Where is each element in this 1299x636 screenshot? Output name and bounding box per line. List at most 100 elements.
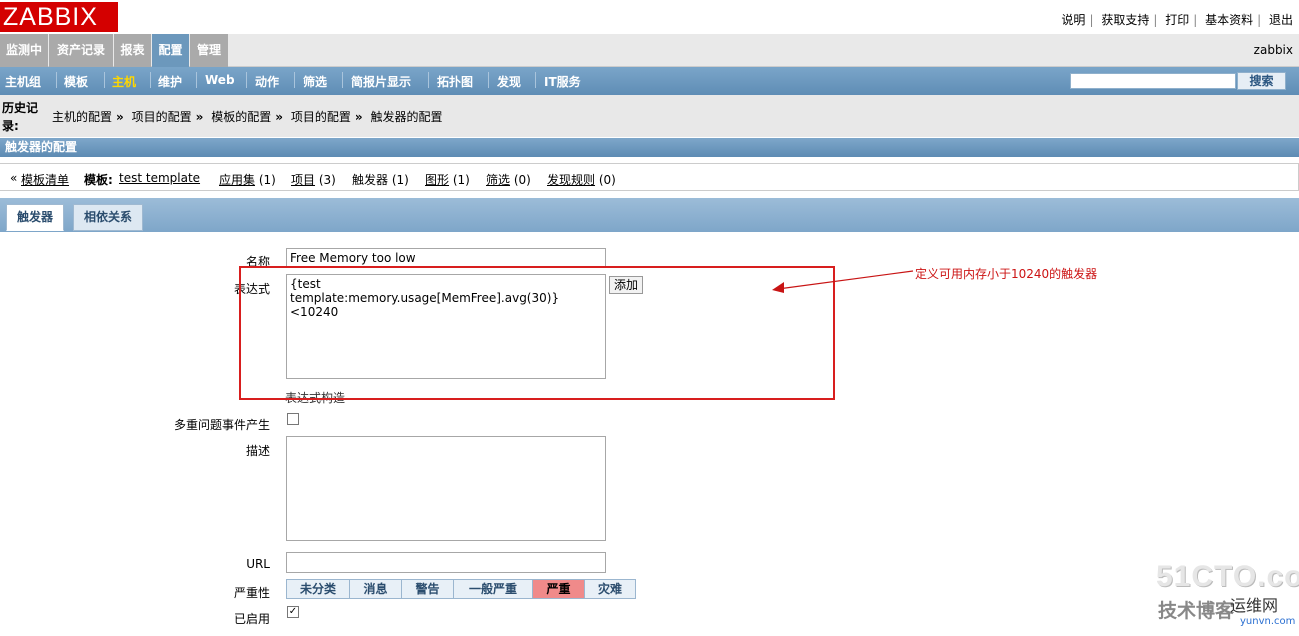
check-icon: ✓: [288, 606, 298, 617]
items-text[interactable]: 项目: [291, 173, 315, 187]
submenu-maintenance[interactable]: 维护: [158, 73, 182, 90]
url-label: URL: [246, 557, 270, 571]
menu-configuration[interactable]: 配置: [152, 34, 189, 67]
separator: [428, 72, 429, 88]
submenu-filters[interactable]: 筛选: [303, 73, 327, 90]
breadcrumb-item[interactable]: 触发器的配置: [370, 110, 442, 124]
breadcrumb-arrow: »: [116, 110, 124, 124]
severity-warning[interactable]: 警告: [401, 579, 454, 599]
enabled-checkbox[interactable]: ✓: [287, 606, 299, 618]
menu-administration[interactable]: 管理: [190, 34, 228, 67]
top-header: ZABBIX 说明 | 获取支持 | 打印 | 基本资料 | 退出: [0, 0, 1299, 34]
triggers-current: 触发器 (1): [352, 171, 409, 188]
discovery-link[interactable]: 发现规则 (0): [547, 171, 616, 188]
top-links: 说明 | 获取支持 | 打印 | 基本资料 | 退出: [1061, 11, 1293, 28]
submenu-web[interactable]: Web: [205, 73, 235, 87]
filters-count: (0): [513, 173, 531, 187]
template-name-text[interactable]: test template: [119, 171, 200, 185]
breadcrumb-arrow: »: [195, 110, 204, 124]
applications-link[interactable]: 应用集 (1): [219, 171, 276, 188]
form-tabs-bar: 触发器 相依关系: [0, 198, 1299, 232]
submenu-hostgroups[interactable]: 主机组: [5, 73, 41, 90]
separator: [196, 72, 197, 88]
submenu-hosts[interactable]: 主机: [112, 73, 136, 90]
history-label: 历史记录:: [2, 101, 39, 133]
separator: [56, 72, 57, 88]
search-input[interactable]: [1070, 73, 1236, 89]
severity-average[interactable]: 一般严重: [453, 579, 533, 599]
template-name-link[interactable]: test template: [119, 171, 200, 185]
description-textarea[interactable]: [286, 436, 606, 541]
breadcrumb-item[interactable]: 模板的配置: [211, 110, 271, 124]
breadcrumb: 主机的配置» 项目的配置» 模板的配置» 项目的配置» 触发器的配置: [52, 108, 442, 125]
submenu-actions[interactable]: 动作: [255, 73, 279, 90]
zabbix-logo[interactable]: ZABBIX: [0, 2, 118, 32]
separator: [294, 72, 295, 88]
graphs-count: (1): [452, 173, 470, 187]
applications-count: (1): [258, 173, 276, 187]
menu-reports[interactable]: 报表: [114, 34, 151, 67]
separator: [488, 72, 489, 88]
graphs-text[interactable]: 图形: [425, 173, 449, 187]
annotation-highlight-box: [239, 266, 835, 400]
separator: [150, 72, 151, 88]
section-title: 触发器的配置: [0, 138, 1299, 157]
breadcrumb-item[interactable]: 项目的配置: [132, 110, 192, 124]
main-menu: 监测中 资产记录 报表 配置 管理 zabbix: [0, 34, 1299, 67]
severity-high[interactable]: 严重: [532, 579, 585, 599]
template-list-link[interactable]: 模板清单: [21, 171, 69, 188]
multiple-events-checkbox[interactable]: [287, 413, 299, 425]
description-label: 描述: [245, 444, 270, 458]
submenu-screens[interactable]: 简报片显示: [351, 73, 411, 90]
watermark: 51CTO.com 技术博客 运维网 yunvn.com: [1156, 560, 1299, 632]
watermark-yunwei: 运维网: [1230, 596, 1279, 615]
template-list-text[interactable]: 模板清单: [21, 173, 69, 187]
search-button[interactable]: 搜索: [1237, 72, 1286, 90]
current-user: zabbix: [1253, 43, 1293, 57]
items-link[interactable]: 项目 (3): [291, 171, 336, 188]
applications-text[interactable]: 应用集: [219, 173, 255, 187]
severity-label: 严重性: [233, 586, 270, 600]
submenu-itservices[interactable]: IT服务: [544, 73, 581, 90]
separator: |: [1089, 13, 1094, 27]
watermark-site: yunvn.com: [1240, 616, 1296, 627]
discovery-count: (0): [598, 173, 616, 187]
separator: |: [1257, 13, 1262, 27]
triggers-count: (1): [391, 173, 409, 187]
filters-text[interactable]: 筛选: [486, 173, 510, 187]
submenu-templates[interactable]: 模板: [64, 73, 88, 90]
help-link[interactable]: 说明: [1061, 13, 1085, 27]
breadcrumb-item[interactable]: 项目的配置: [291, 110, 351, 124]
breadcrumb-arrow: »: [354, 110, 363, 124]
separator: [535, 72, 536, 88]
filters-link[interactable]: 筛选 (0): [486, 171, 531, 188]
multiple-events-label: 多重问题事件产生: [173, 418, 270, 432]
print-link[interactable]: 打印: [1165, 13, 1189, 27]
tab-trigger[interactable]: 触发器: [6, 204, 65, 231]
discovery-text[interactable]: 发现规则: [547, 173, 595, 187]
history-bar: 历史记录: 主机的配置» 项目的配置» 模板的配置» 项目的配置» 触发器的配置: [0, 95, 1299, 137]
separator: |: [1153, 13, 1158, 27]
severity-not-classified[interactable]: 未分类: [286, 579, 350, 599]
severity-information[interactable]: 消息: [349, 579, 402, 599]
template-nav: « 模板清单 模板: test template 应用集 (1) 项目 (3) …: [0, 163, 1299, 191]
menu-monitoring[interactable]: 监测中: [0, 34, 48, 67]
breadcrumb-item[interactable]: 主机的配置: [52, 110, 112, 124]
profile-link[interactable]: 基本资料: [1205, 13, 1253, 27]
name-input[interactable]: Free Memory too low: [286, 248, 606, 268]
annotation-arrow: [772, 270, 914, 293]
url-input[interactable]: [286, 552, 606, 573]
support-link[interactable]: 获取支持: [1101, 13, 1149, 27]
submenu-discovery[interactable]: 发现: [497, 73, 521, 90]
menu-inventory[interactable]: 资产记录: [49, 34, 113, 67]
triggers-text: 触发器: [352, 173, 389, 187]
severity-disaster[interactable]: 灾难: [584, 579, 636, 599]
tab-dependencies[interactable]: 相依关系: [73, 204, 144, 231]
watermark-brand: 51CTO.com: [1156, 560, 1299, 593]
submenu-maps[interactable]: 拓扑图: [437, 73, 473, 90]
logout-link[interactable]: 退出: [1269, 13, 1293, 27]
enabled-label: 已启用: [233, 612, 270, 626]
graphs-link[interactable]: 图形 (1): [425, 171, 470, 188]
separator: [342, 72, 343, 88]
annotation-note: 定义可用内存小于10240的触发器: [915, 267, 1098, 281]
